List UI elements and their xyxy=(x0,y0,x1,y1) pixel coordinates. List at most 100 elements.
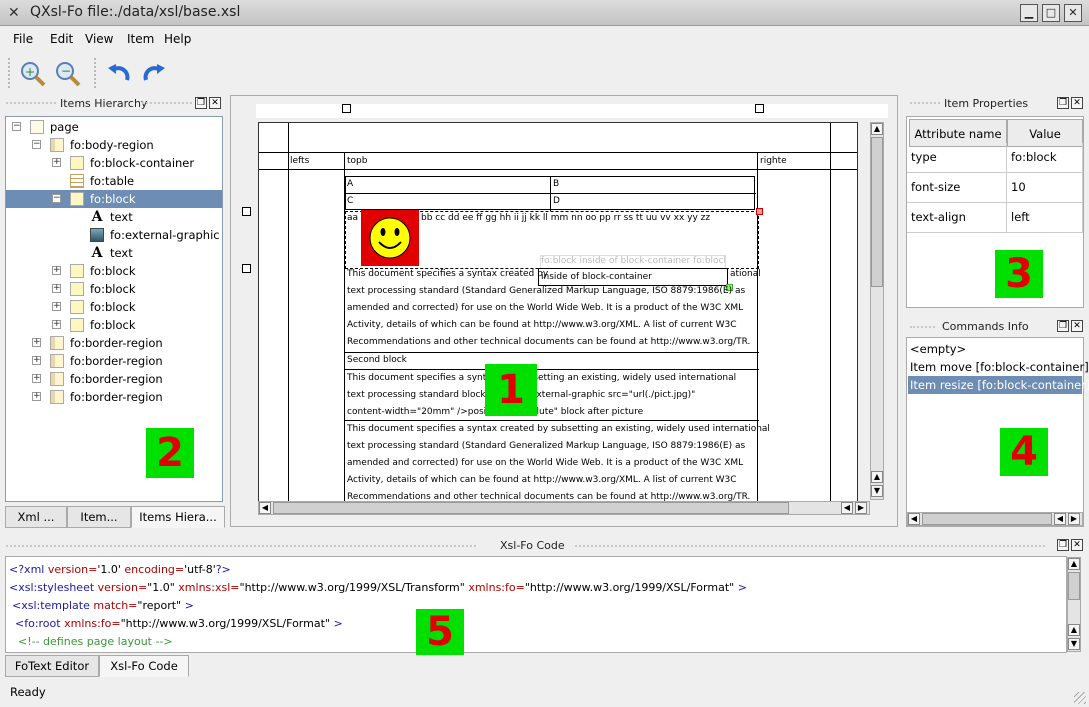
float-icon[interactable]: ❐ xyxy=(1057,97,1069,109)
scroll-thumb[interactable] xyxy=(922,513,1052,525)
redo-icon[interactable] xyxy=(139,60,169,90)
tree-item-label: fo:block xyxy=(90,192,136,206)
second-block[interactable]: Second block xyxy=(347,355,407,365)
size-grip[interactable] xyxy=(1074,692,1086,704)
expand-icon[interactable]: + xyxy=(52,158,61,167)
code-vertical-scrollbar[interactable]: ▲ ▲ ▼ xyxy=(1067,557,1081,652)
scroll-up-icon[interactable]: ▲ xyxy=(871,123,883,135)
collapse-icon[interactable]: − xyxy=(52,194,61,203)
tree-item[interactable]: − fo:block xyxy=(6,190,222,208)
resize-handle[interactable] xyxy=(242,264,251,273)
tree-item[interactable]: Atext xyxy=(6,244,222,262)
tab-fotext-editor[interactable]: FoText Editor xyxy=(5,655,99,677)
scroll-up-icon[interactable]: ▲ xyxy=(1068,624,1080,636)
zoom-in-icon[interactable]: + xyxy=(18,60,48,90)
maximize-button[interactable]: □ xyxy=(1042,4,1060,22)
expand-icon[interactable]: + xyxy=(52,266,61,275)
expand-icon[interactable]: + xyxy=(52,302,61,311)
block-container[interactable]: inside of block-container xyxy=(538,268,728,286)
tab-xsl-fo-code[interactable]: Xsl-Fo Code xyxy=(99,655,189,677)
dock-grip[interactable] xyxy=(6,545,476,549)
resize-handle[interactable] xyxy=(242,207,251,216)
float-icon[interactable]: ❐ xyxy=(195,97,207,109)
menu-edit[interactable]: Edit xyxy=(50,32,73,46)
tab-xml[interactable]: Xml ... xyxy=(5,506,67,528)
commands-horizontal-scrollbar[interactable]: ◀ ◀ ▶ xyxy=(907,512,1083,526)
tree-item[interactable]: + fo:block xyxy=(6,298,222,316)
expand-icon[interactable]: + xyxy=(32,392,41,401)
dock-grip[interactable] xyxy=(142,102,192,106)
tree-item[interactable]: + fo:block-container xyxy=(6,154,222,172)
expand-icon[interactable]: + xyxy=(32,338,41,347)
command-item[interactable]: Item move [fo:block-container] xyxy=(908,358,1089,376)
property-value[interactable]: fo:block xyxy=(1007,143,1083,173)
tree-item[interactable]: + fo:border-region xyxy=(6,388,222,406)
command-item[interactable]: <empty> xyxy=(908,340,1082,358)
scroll-right-icon[interactable]: ▶ xyxy=(855,502,867,514)
expand-icon[interactable]: + xyxy=(32,356,41,365)
scroll-left-icon[interactable]: ◀ xyxy=(259,502,271,514)
tree-item[interactable]: fo:table xyxy=(6,172,222,190)
fo-table[interactable]: A B C D xyxy=(345,176,756,211)
tree-item[interactable]: Atext xyxy=(6,208,222,226)
expand-icon[interactable]: + xyxy=(52,320,61,329)
tree-item[interactable]: + fo:border-region xyxy=(6,370,222,388)
commands-list[interactable]: <empty> Item move [fo:block-container] I… xyxy=(906,337,1089,527)
menu-help[interactable]: Help xyxy=(164,32,191,46)
scroll-left-icon[interactable]: ◀ xyxy=(1054,513,1066,525)
canvas-horizontal-scrollbar[interactable]: ◀ ◀ ▶ xyxy=(258,501,870,515)
float-icon[interactable]: ❐ xyxy=(1057,320,1069,332)
tab-item[interactable]: Item... xyxy=(67,506,131,528)
tree-item[interactable]: − fo:body-region xyxy=(6,136,222,154)
resize-handle[interactable] xyxy=(342,104,351,113)
smiley-image[interactable] xyxy=(361,210,419,266)
minimize-button[interactable]: ▁ xyxy=(1020,4,1038,22)
canvas-vertical-scrollbar[interactable]: ▲ ▲ ▼ xyxy=(870,122,884,500)
scroll-right-icon[interactable]: ▶ xyxy=(1068,513,1080,525)
property-value[interactable]: left xyxy=(1007,203,1083,233)
dock-grip[interactable] xyxy=(910,102,940,106)
tree-item[interactable]: + fo:block xyxy=(6,262,222,280)
undo-icon[interactable] xyxy=(104,60,134,90)
resize-handle[interactable] xyxy=(755,104,764,113)
menu-view[interactable]: View xyxy=(85,32,113,46)
tab-items-hierarchy[interactable]: Items Hiera... xyxy=(131,506,225,528)
float-icon[interactable]: ❐ xyxy=(1057,539,1069,551)
collapse-icon[interactable]: − xyxy=(12,122,21,131)
scroll-thumb[interactable] xyxy=(871,137,883,287)
dock-grip[interactable] xyxy=(6,102,56,106)
scroll-down-icon[interactable]: ▼ xyxy=(871,485,883,497)
tree-item[interactable]: + fo:border-region xyxy=(6,352,222,370)
scroll-thumb[interactable] xyxy=(273,502,789,514)
expand-icon[interactable]: + xyxy=(32,374,41,383)
scroll-up-icon[interactable]: ▲ xyxy=(1068,558,1080,570)
close-icon[interactable]: ✕ xyxy=(1071,539,1083,551)
scroll-up-icon[interactable]: ▲ xyxy=(871,471,883,483)
dock-grip[interactable] xyxy=(575,545,1045,549)
collapse-icon[interactable]: − xyxy=(32,140,41,149)
tree-item[interactable]: fo:external-graphic xyxy=(6,226,222,244)
resize-handle[interactable] xyxy=(756,208,763,215)
zoom-out-icon[interactable]: − xyxy=(53,60,83,90)
tree-item[interactable]: + fo:block xyxy=(6,316,222,334)
command-item[interactable]: Item resize [fo:block-container] xyxy=(908,376,1089,394)
page-preview[interactable]: lefts topb righte A B C D aa bb cc dd ee… xyxy=(258,122,858,502)
tree-item[interactable]: − page xyxy=(6,118,222,136)
scroll-left-icon[interactable]: ◀ xyxy=(908,513,920,525)
xsl-fo-code-editor[interactable]: <?xml version='1.0' encoding='utf-8'?> <… xyxy=(5,556,1067,653)
toolbar-handle[interactable] xyxy=(8,58,13,88)
close-button[interactable]: ✕ xyxy=(1064,4,1082,22)
dock-grip[interactable] xyxy=(910,326,935,330)
close-icon[interactable]: ✕ xyxy=(1071,97,1083,109)
tree-item[interactable]: + fo:block xyxy=(6,280,222,298)
scroll-down-icon[interactable]: ▼ xyxy=(1068,638,1080,650)
tree-item[interactable]: + fo:border-region xyxy=(6,334,222,352)
expand-icon[interactable]: + xyxy=(52,284,61,293)
scroll-left-icon[interactable]: ◀ xyxy=(841,502,853,514)
property-value[interactable]: 10 xyxy=(1007,173,1083,203)
menu-file[interactable]: File xyxy=(13,32,33,46)
close-icon[interactable]: ✕ xyxy=(209,97,221,109)
scroll-thumb[interactable] xyxy=(1068,572,1080,600)
close-icon[interactable]: ✕ xyxy=(1071,320,1083,332)
menu-item[interactable]: Item xyxy=(127,32,154,46)
